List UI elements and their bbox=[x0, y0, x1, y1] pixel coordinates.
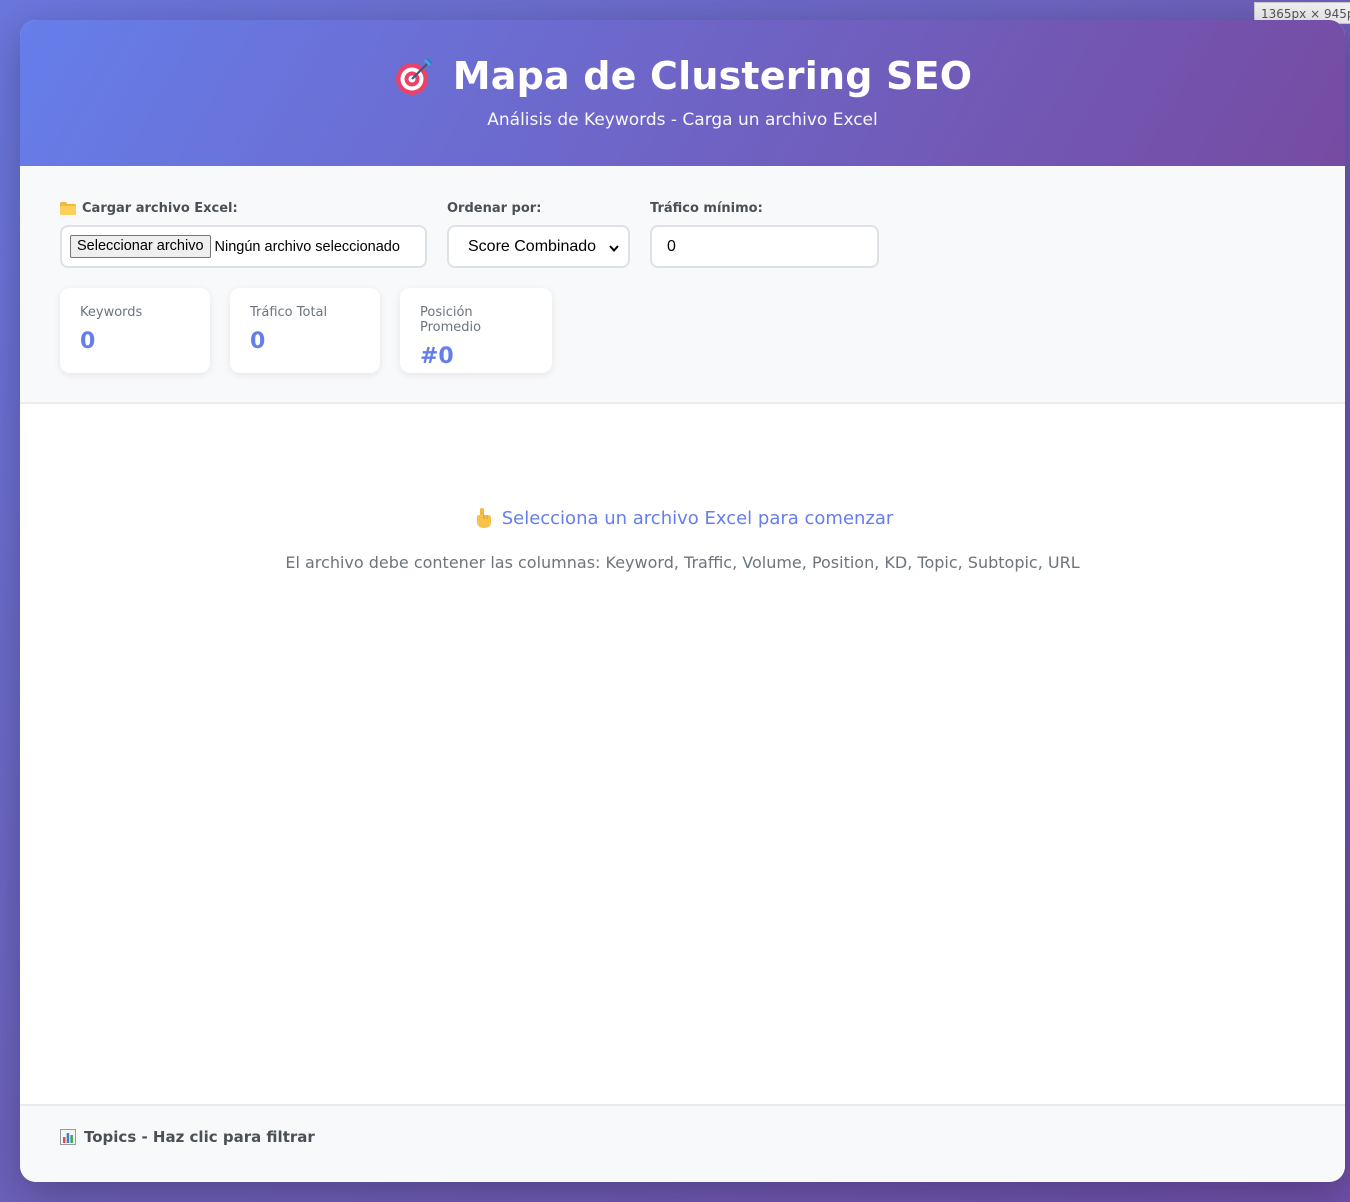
empty-state-title-text: Selecciona un archivo Excel para comenza… bbox=[501, 507, 894, 529]
pointing-hand-icon bbox=[472, 507, 494, 529]
stat-total-traffic: Tráfico Total 0 bbox=[230, 288, 380, 373]
stat-value: #0 bbox=[420, 344, 454, 369]
topics-footer: Topics - Haz clic para filtrar bbox=[20, 1104, 1345, 1182]
sort-label: Ordenar por: bbox=[447, 200, 542, 216]
stat-label: Tráfico Total bbox=[250, 305, 328, 320]
page-title: Mapa de Clustering SEO bbox=[452, 54, 973, 98]
stat-keywords: Keywords 0 bbox=[60, 288, 210, 373]
page-subtitle: Análisis de Keywords - Carga un archivo … bbox=[487, 110, 878, 130]
sort-group: Ordenar por: Score Combinado bbox=[447, 200, 630, 268]
app-card: Mapa de Clustering SEO Análisis de Keywo… bbox=[20, 20, 1345, 1182]
header: Mapa de Clustering SEO Análisis de Keywo… bbox=[20, 20, 1345, 166]
min-traffic-label: Tráfico mínimo: bbox=[650, 200, 763, 216]
stat-value: 0 bbox=[80, 329, 96, 354]
topics-footer-title: Topics - Haz clic para filtrar bbox=[84, 1128, 315, 1146]
empty-state-title: Selecciona un archivo Excel para comenza… bbox=[20, 507, 1345, 529]
main-area: Selecciona un archivo Excel para comenza… bbox=[20, 404, 1345, 1104]
file-upload-label: Cargar archivo Excel: bbox=[60, 200, 427, 216]
sort-selected-value: Score Combinado bbox=[468, 237, 597, 255]
file-status-text: Ningún archivo seleccionado bbox=[214, 238, 400, 255]
stat-label: Posición Promedio bbox=[420, 305, 482, 335]
folder-icon bbox=[60, 201, 76, 215]
min-traffic-value: 0 bbox=[667, 237, 676, 255]
stat-average-position: Posición Promedio #0 bbox=[400, 288, 552, 373]
file-upload-label-text: Cargar archivo Excel: bbox=[82, 200, 238, 216]
min-traffic-group: Tráfico mínimo: 0 bbox=[650, 200, 879, 268]
stat-value: 0 bbox=[250, 329, 266, 354]
file-input[interactable]: Seleccionar archivo Ningún archivo selec… bbox=[60, 225, 427, 268]
file-upload-group: Cargar archivo Excel: Seleccionar archiv… bbox=[60, 200, 427, 268]
target-icon bbox=[393, 55, 435, 97]
sort-select[interactable]: Score Combinado bbox=[447, 225, 630, 268]
select-file-button[interactable]: Seleccionar archivo bbox=[70, 235, 211, 258]
controls-panel: Cargar archivo Excel: Seleccionar archiv… bbox=[20, 166, 1345, 404]
stat-label: Keywords bbox=[80, 305, 143, 320]
stats-row: Keywords 0 Tráfico Total 0 Posición Prom… bbox=[60, 288, 1305, 373]
chevron-down-icon bbox=[608, 241, 620, 253]
empty-state-description: El archivo debe contener las columnas: K… bbox=[285, 553, 1080, 572]
min-traffic-input[interactable]: 0 bbox=[650, 225, 879, 268]
bar-chart-icon bbox=[60, 1129, 76, 1145]
